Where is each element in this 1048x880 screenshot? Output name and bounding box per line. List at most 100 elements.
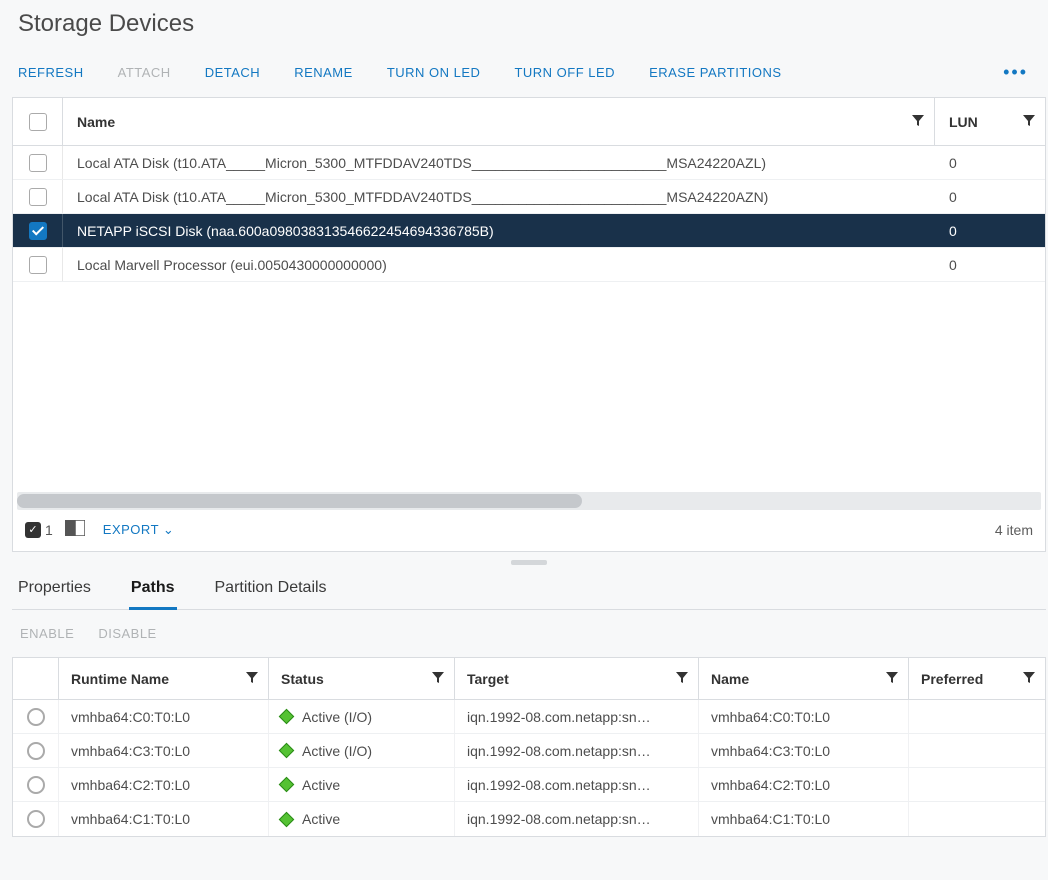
row-checkbox[interactable] [29, 256, 47, 274]
export-button[interactable]: EXPORT ⌄ [103, 522, 175, 538]
table-row[interactable]: Local ATA Disk (t10.ATA_____Micron_5300_… [13, 180, 1045, 214]
select-all-cell [13, 98, 63, 145]
path-row[interactable]: vmhba64:C3:T0:L0Active (I/O)iqn.1992-08.… [13, 734, 1045, 768]
name-header-label: Name [77, 114, 115, 130]
path-preferred [909, 768, 1045, 801]
path-status: Active [269, 768, 455, 801]
row-checkbox[interactable] [29, 188, 47, 206]
page: Storage Devices REFRESH ATTACH DETACH RE… [0, 0, 1048, 880]
path-target: iqn.1992-08.com.netapp:sn… [455, 700, 699, 733]
page-title: Storage Devices [10, 8, 1048, 38]
runtime-header[interactable]: Runtime Name [59, 658, 269, 699]
row-checkbox-cell [13, 180, 63, 213]
path-name: vmhba64:C0:T0:L0 [699, 700, 909, 733]
device-lun: 0 [935, 189, 1045, 205]
filter-icon[interactable] [246, 671, 258, 687]
filter-icon[interactable] [912, 114, 924, 130]
path-target: iqn.1992-08.com.netapp:sn… [455, 802, 699, 836]
status-active-icon [279, 709, 295, 725]
status-active-icon [279, 777, 295, 793]
path-row[interactable]: vmhba64:C0:T0:L0Active (I/O)iqn.1992-08.… [13, 700, 1045, 734]
rename-button[interactable]: RENAME [294, 65, 353, 80]
row-checkbox[interactable] [29, 222, 47, 240]
path-status: Active [269, 802, 455, 836]
preferred-header[interactable]: Preferred [909, 658, 1045, 699]
path-target: iqn.1992-08.com.netapp:sn… [455, 768, 699, 801]
disable-button[interactable]: DISABLE [98, 626, 156, 641]
paths-table: Runtime Name Status Target Name Preferre… [12, 657, 1046, 837]
path-name: vmhba64:C2:T0:L0 [699, 768, 909, 801]
path-name: vmhba64:C3:T0:L0 [699, 734, 909, 767]
device-name: Local Marvell Processor (eui.00504300000… [63, 257, 935, 273]
path-radio[interactable] [27, 810, 45, 828]
path-status: Active (I/O) [269, 734, 455, 767]
attach-button[interactable]: ATTACH [118, 65, 171, 80]
scrollbar-thumb[interactable] [17, 494, 582, 508]
filter-icon[interactable] [676, 671, 688, 687]
filter-icon[interactable] [1023, 671, 1035, 687]
path-radio-cell [13, 802, 59, 836]
detach-button[interactable]: DETACH [205, 65, 260, 80]
refresh-button[interactable]: REFRESH [18, 65, 84, 80]
path-radio[interactable] [27, 708, 45, 726]
tab-properties[interactable]: Properties [16, 579, 93, 609]
row-checkbox[interactable] [29, 154, 47, 172]
lun-header-label: LUN [949, 114, 978, 130]
table-row[interactable]: Local ATA Disk (t10.ATA_____Micron_5300_… [13, 146, 1045, 180]
table-row[interactable]: Local Marvell Processor (eui.00504300000… [13, 248, 1045, 282]
paths-name-header[interactable]: Name [699, 658, 909, 699]
filter-icon[interactable] [1023, 114, 1035, 130]
filter-icon[interactable] [886, 671, 898, 687]
item-count: 4 item [995, 522, 1033, 538]
enable-button[interactable]: ENABLE [20, 626, 74, 641]
path-runtime: vmhba64:C0:T0:L0 [59, 700, 269, 733]
turn-off-led-button[interactable]: TURN OFF LED [514, 65, 615, 80]
status-header[interactable]: Status [269, 658, 455, 699]
row-checkbox-cell [13, 248, 63, 281]
column-toggle-icon[interactable] [65, 520, 85, 539]
path-status: Active (I/O) [269, 700, 455, 733]
path-preferred [909, 700, 1045, 733]
chevron-down-icon: ⌄ [163, 522, 174, 537]
path-radio[interactable] [27, 776, 45, 794]
tab-partition-details[interactable]: Partition Details [213, 579, 329, 609]
filter-icon[interactable] [432, 671, 444, 687]
device-name: NETAPP iSCSI Disk (naa.600a0980383135466… [63, 223, 935, 239]
path-runtime: vmhba64:C3:T0:L0 [59, 734, 269, 767]
target-header[interactable]: Target [455, 658, 699, 699]
device-name: Local ATA Disk (t10.ATA_____Micron_5300_… [63, 189, 935, 205]
paths-toolbar: ENABLE DISABLE [10, 610, 1048, 657]
detail-tabs: Properties Paths Partition Details [12, 573, 1046, 610]
selected-badge-icon: ✓ [25, 522, 41, 538]
turn-on-led-button[interactable]: TURN ON LED [387, 65, 481, 80]
paths-select-header [13, 658, 59, 699]
devices-table: Name LUN Local ATA Disk (t10.ATA_____Mic… [12, 97, 1046, 552]
name-header[interactable]: Name [63, 98, 935, 145]
select-all-checkbox[interactable] [29, 113, 47, 131]
erase-partitions-button[interactable]: ERASE PARTITIONS [649, 65, 782, 80]
path-target: iqn.1992-08.com.netapp:sn… [455, 734, 699, 767]
tab-paths[interactable]: Paths [129, 579, 177, 610]
path-row[interactable]: vmhba64:C2:T0:L0 Activeiqn.1992-08.com.ne… [13, 768, 1045, 802]
path-preferred [909, 734, 1045, 767]
lun-header[interactable]: LUN [935, 98, 1045, 145]
paths-header-row: Runtime Name Status Target Name Preferre… [13, 658, 1045, 700]
device-lun: 0 [935, 223, 1045, 239]
selected-count: 1 [45, 522, 53, 538]
path-row[interactable]: vmhba64:C1:T0:L0 Activeiqn.1992-08.com.ne… [13, 802, 1045, 836]
device-lun: 0 [935, 155, 1045, 171]
status-active-icon [279, 811, 295, 827]
resize-handle[interactable] [10, 552, 1048, 573]
more-actions-icon[interactable]: ••• [1003, 62, 1028, 83]
horizontal-scrollbar[interactable] [17, 492, 1041, 510]
empty-space [13, 282, 1045, 492]
table-footer: ✓ 1 EXPORT ⌄ 4 item [13, 510, 1045, 551]
path-name: vmhba64:C1:T0:L0 [699, 802, 909, 836]
table-row[interactable]: NETAPP iSCSI Disk (naa.600a0980383135466… [13, 214, 1045, 248]
device-lun: 0 [935, 257, 1045, 273]
toolbar: REFRESH ATTACH DETACH RENAME TURN ON LED… [10, 38, 1048, 97]
path-radio[interactable] [27, 742, 45, 760]
row-checkbox-cell [13, 146, 63, 179]
device-name: Local ATA Disk (t10.ATA_____Micron_5300_… [63, 155, 935, 171]
path-preferred [909, 802, 1045, 836]
